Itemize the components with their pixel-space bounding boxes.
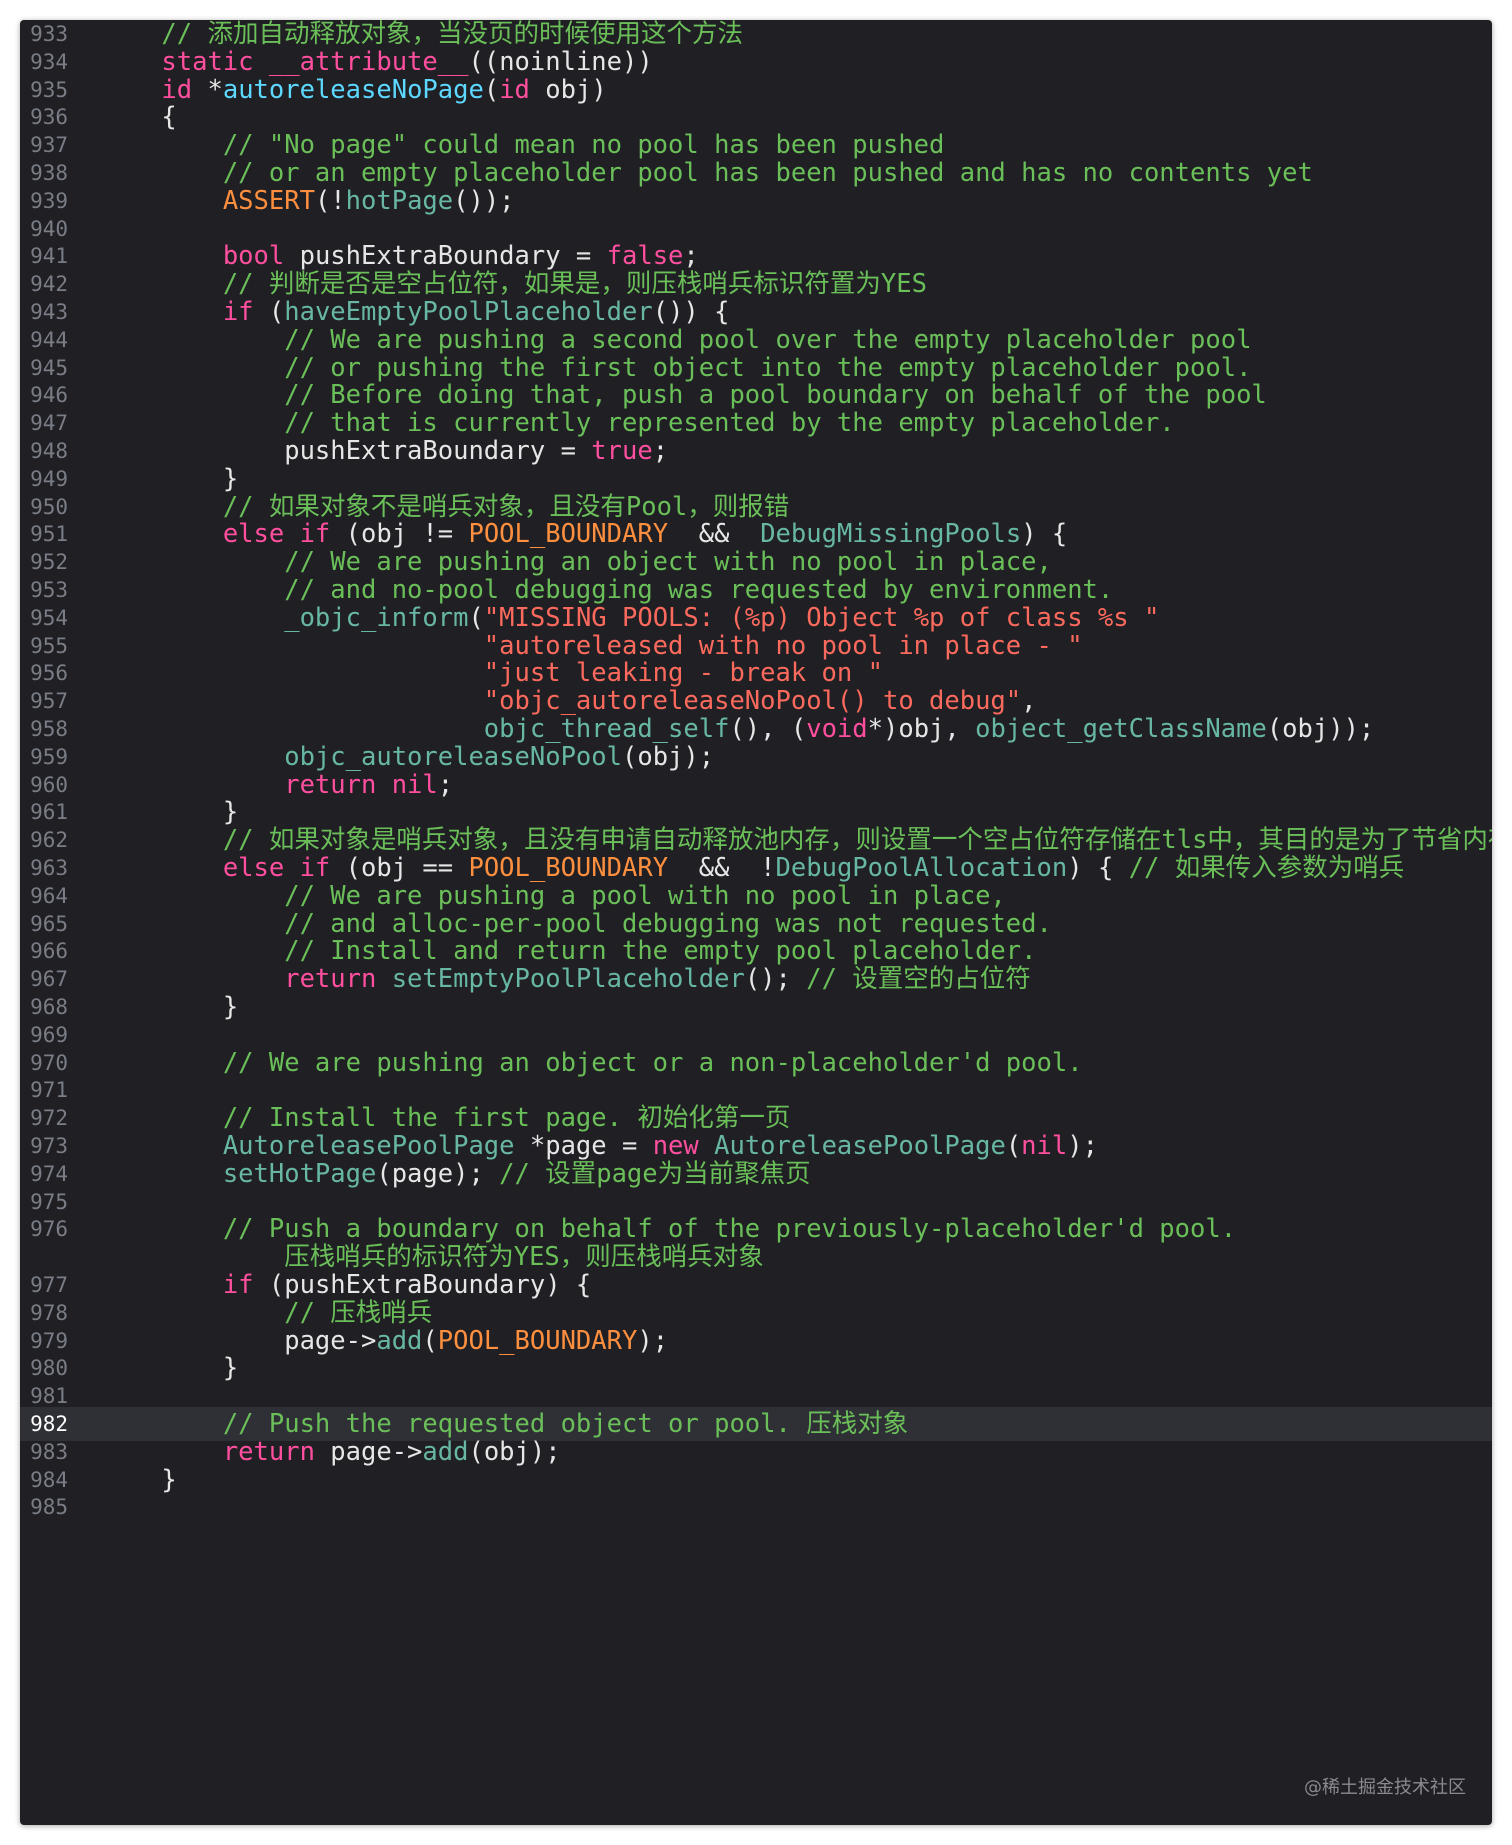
line-number: 985 (30, 1495, 68, 1520)
code-editor[interactable]: 933 // 添加自动释放对象，当没页的时候使用这个方法 934 static _… (20, 20, 1492, 1825)
watermark: @稀土掘金技术社区 (1304, 1777, 1466, 1798)
code-line[interactable]: 985 (20, 1490, 1492, 1524)
